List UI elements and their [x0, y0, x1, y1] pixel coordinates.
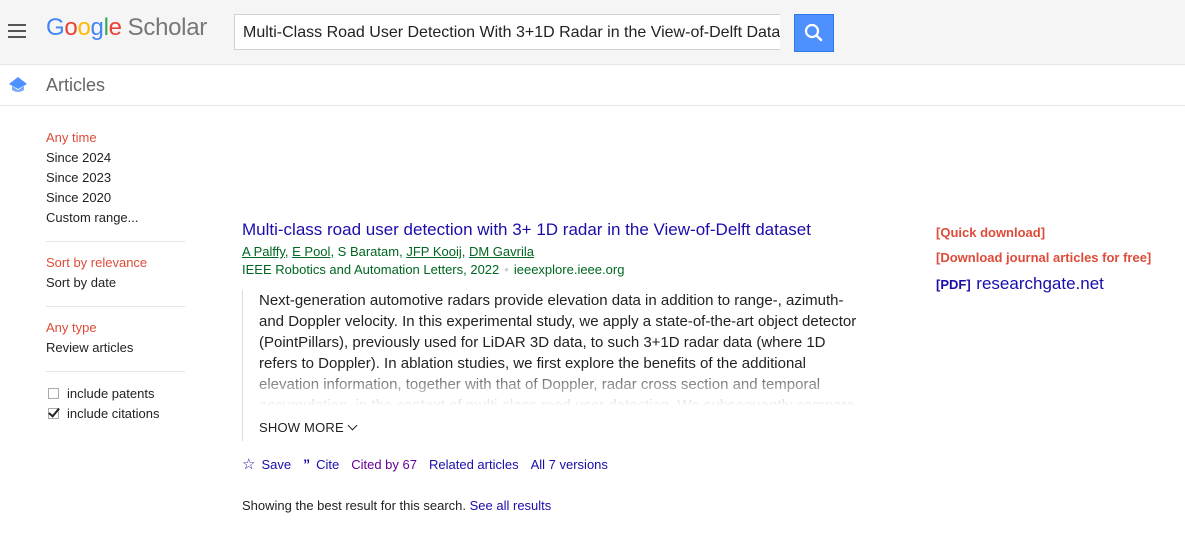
save-link[interactable]: Save [261, 457, 291, 472]
abstract-text: Next-generation automotive radars provid… [259, 290, 864, 406]
filter-any-type[interactable]: Any type [46, 318, 186, 338]
all-versions-link[interactable]: All 7 versions [531, 457, 608, 472]
filter-since-2024[interactable]: Since 2024 [46, 148, 186, 168]
checkbox-box-checked[interactable] [48, 407, 59, 419]
author-link[interactable]: JFP Kooij [406, 244, 461, 259]
author-link[interactable]: DM Gavrila [469, 244, 534, 259]
include-patents-checkbox[interactable]: include patents [46, 383, 186, 403]
checkbox-label: include patents [67, 385, 155, 401]
cite-link[interactable]: Cite [316, 457, 339, 472]
top-bar: Google Scholar Multi-Class Road User Dete… [0, 0, 1185, 65]
section-bar: Articles [0, 65, 1185, 106]
filter-any-time[interactable]: Any time [46, 128, 186, 148]
sort-by-date[interactable]: Sort by date [46, 273, 186, 293]
filter-review-articles[interactable]: Review articles [46, 338, 186, 358]
see-all-results-link[interactable]: See all results [470, 498, 552, 513]
magnifier-icon [804, 23, 823, 42]
divider [46, 241, 185, 242]
star-icon[interactable]: ☆ [242, 455, 255, 473]
divider [46, 371, 185, 372]
checkbox-label: include citations [67, 405, 160, 421]
download-journal-link[interactable]: [Download journal articles for free] [936, 249, 1151, 266]
chevron-down-icon [347, 420, 358, 431]
author-link[interactable]: A Palffy [242, 244, 285, 259]
filter-since-2023[interactable]: Since 2023 [46, 168, 186, 188]
filter-since-2020[interactable]: Since 2020 [46, 188, 186, 208]
result-venue: IEEE Robotics and Automation Letters, 20… [242, 261, 862, 278]
search-button[interactable] [794, 14, 834, 52]
venue-text: IEEE Robotics and Automation Letters, 20… [242, 262, 500, 277]
result-actions: ☆ Save ” Cite Cited by 67 Related articl… [242, 455, 862, 473]
quick-download-link[interactable]: [Quick download] [936, 224, 1151, 241]
cited-by-link[interactable]: Cited by 67 [351, 457, 417, 472]
best-result-text: Showing the best result for this search. [242, 498, 467, 513]
divider [46, 306, 185, 307]
author-link[interactable]: E Pool [292, 244, 330, 259]
fulltext-links: [Quick download] [Download journal artic… [936, 224, 1151, 294]
show-more-label: SHOW MORE [259, 420, 344, 435]
hamburger-menu-icon[interactable] [8, 24, 26, 38]
articles-label: Articles [46, 75, 106, 95]
abstract-block: Next-generation automotive radars provid… [242, 290, 864, 441]
quote-icon[interactable]: ” [303, 456, 310, 472]
google-scholar-logo[interactable]: Google Scholar [46, 14, 207, 42]
show-more-button[interactable]: SHOW MORE [259, 420, 358, 441]
result-title-link[interactable]: Multi-class road user detection with 3+ … [242, 220, 862, 240]
include-citations-checkbox[interactable]: include citations [46, 403, 186, 423]
search-result: Multi-class road user detection with 3+ … [242, 220, 864, 473]
separator-dot: • [504, 262, 509, 277]
filter-custom-range[interactable]: Custom range... [46, 208, 186, 228]
source-domain: ieeexplore.ieee.org [513, 262, 625, 277]
search-input[interactable]: Multi-Class Road User Detection With 3+1… [234, 14, 780, 50]
best-result-note: Showing the best result for this search.… [242, 498, 551, 513]
filter-sidebar: Any time Since 2024 Since 2023 Since 202… [46, 128, 186, 423]
sort-by-relevance[interactable]: Sort by relevance [46, 253, 186, 273]
pdf-host: researchgate.net [976, 274, 1104, 293]
pdf-link[interactable]: [PDF] researchgate.net [936, 274, 1151, 294]
result-authors: A Palffy, E Pool, S Baratam, JFP Kooij, … [242, 244, 534, 259]
checkbox-box[interactable] [48, 387, 59, 399]
related-articles-link[interactable]: Related articles [429, 457, 519, 472]
author-name: S Baratam [337, 244, 400, 259]
pdf-tag: [PDF] [936, 277, 971, 292]
graduation-cap-icon [9, 77, 27, 92]
